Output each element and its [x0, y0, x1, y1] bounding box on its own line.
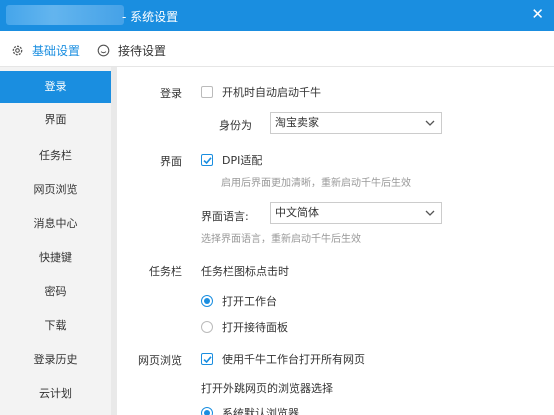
chevron-down-icon: [425, 120, 435, 126]
section-label-interface: 界面: [160, 155, 182, 168]
taskbar-option-workbench[interactable]: 打开工作台: [201, 293, 277, 309]
external-browser-label: 打开外跳网页的浏览器选择: [201, 382, 333, 395]
chevron-down-icon: [425, 210, 435, 216]
settings-sidebar: 登录 界面 任务栏 网页浏览 消息中心 快捷键 密码 下载 登录历史 云计划: [0, 67, 117, 415]
dpi-label: DPI适配: [222, 154, 263, 167]
sidebar-item-login[interactable]: 登录: [0, 71, 111, 103]
checkmark-icon: [202, 156, 212, 164]
checkmark-icon: [202, 355, 212, 363]
identity-select[interactable]: 淘宝卖家: [270, 112, 442, 134]
window-title: - 系统设置: [122, 10, 179, 24]
dpi-checkbox[interactable]: [201, 154, 213, 166]
dpi-option[interactable]: DPI适配: [201, 152, 262, 168]
sidebar-item-message-center[interactable]: 消息中心: [0, 208, 111, 240]
autostart-checkbox[interactable]: [201, 86, 213, 98]
sidebar-item-taskbar[interactable]: 任务栏: [0, 140, 111, 172]
radio-reception-panel[interactable]: [201, 321, 213, 333]
section-label-web-browsing: 网页浏览: [138, 354, 182, 367]
identity-value: 淘宝卖家: [275, 116, 319, 129]
use-workbench-checkbox[interactable]: [201, 353, 213, 365]
sidebar-item-password[interactable]: 密码: [0, 276, 111, 308]
settings-tab-bar: 基础设置 接待设置: [0, 31, 554, 67]
language-label: 界面语言:: [201, 210, 249, 223]
tab-label: 基础设置: [32, 43, 81, 58]
sidebar-item-web-browsing[interactable]: 网页浏览: [0, 174, 111, 206]
dpi-hint: 启用后界面更加清晰，重新启动千牛后生效: [221, 178, 411, 189]
radio-default-browser[interactable]: [201, 407, 213, 415]
sidebar-item-login-history[interactable]: 登录历史: [0, 344, 111, 376]
use-workbench-option[interactable]: 使用千牛工作台打开所有网页: [201, 351, 365, 367]
autostart-option[interactable]: 开机时自动启动千牛: [201, 84, 321, 100]
option-label: 打开接待面板: [222, 321, 288, 334]
smile-icon: [97, 44, 110, 57]
language-value: 中文简体: [275, 206, 319, 219]
sidebar-item-interface[interactable]: 界面: [0, 104, 111, 136]
tab-reception-settings[interactable]: 接待设置: [97, 41, 166, 59]
tab-label: 接待设置: [118, 43, 167, 58]
blurred-app-name: [6, 5, 124, 25]
tab-basic-settings[interactable]: 基础设置: [11, 41, 80, 59]
sidebar-item-shortcuts[interactable]: 快捷键: [0, 242, 111, 274]
taskbar-click-label: 任务栏图标点击时: [201, 265, 289, 278]
language-select[interactable]: 中文简体: [270, 202, 442, 224]
autostart-label: 开机时自动启动千牛: [222, 86, 321, 99]
option-label: 系统默认浏览器: [222, 407, 299, 415]
gear-icon: [11, 44, 24, 57]
section-label-login: 登录: [160, 87, 182, 100]
radio-workbench[interactable]: [201, 295, 213, 307]
identity-label: 身份为: [219, 119, 252, 132]
close-button[interactable]: ✕: [531, 6, 544, 22]
title-bar: - 系统设置 ✕: [0, 0, 554, 31]
taskbar-option-reception[interactable]: 打开接待面板: [201, 319, 288, 335]
default-browser-option[interactable]: 系统默认浏览器: [201, 405, 299, 415]
language-hint: 选择界面语言，重新启动千牛后生效: [201, 234, 361, 245]
option-label: 打开工作台: [222, 295, 277, 308]
use-workbench-label: 使用千牛工作台打开所有网页: [222, 353, 365, 366]
sidebar-item-download[interactable]: 下载: [0, 310, 111, 342]
section-label-taskbar: 任务栏: [149, 265, 182, 278]
sidebar-item-cloud-plan[interactable]: 云计划: [0, 378, 111, 410]
settings-content: 登录 开机时自动启动千牛 身份为 淘宝卖家 界面 DPI适配 启用后界面更加清晰…: [117, 67, 554, 415]
